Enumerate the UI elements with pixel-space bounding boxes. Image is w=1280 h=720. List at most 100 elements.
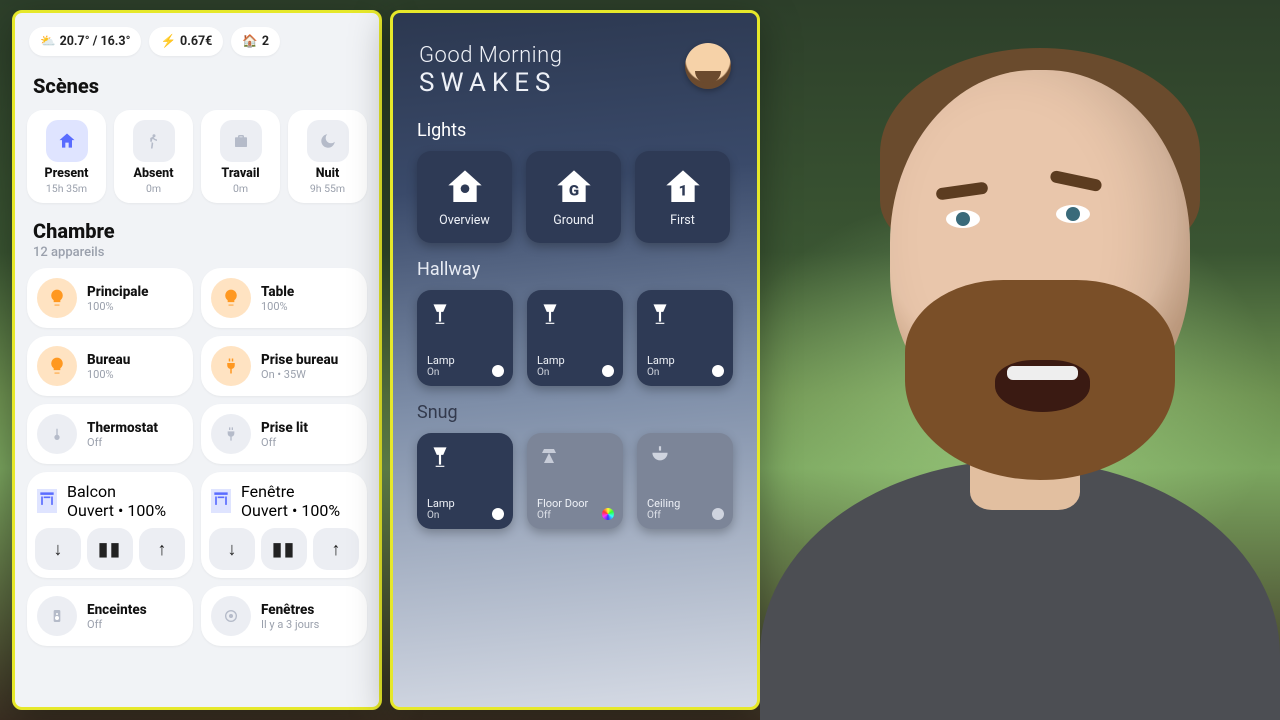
cover-pause-button[interactable]: ▮▮ xyxy=(261,528,307,570)
lamp-icon xyxy=(537,300,613,330)
device-state: Off xyxy=(261,436,308,449)
hallway-lamp-3[interactable]: LampOn xyxy=(637,290,733,386)
nav-label: Ground xyxy=(553,213,594,228)
cover-down-button[interactable]: ↓ xyxy=(209,528,255,570)
state-dot-icon xyxy=(712,365,724,377)
room-subheading: 12 appareils xyxy=(15,245,379,264)
cover-down-button[interactable]: ↓ xyxy=(35,528,81,570)
device-state: On • 35W xyxy=(261,368,338,381)
house-1-icon: 1 xyxy=(663,167,703,207)
scene-sub: 15h 35m xyxy=(33,182,100,195)
scene-travail[interactable]: Travail 0m xyxy=(201,110,280,203)
device-fenetres[interactable]: FenêtresIl y a 3 jours xyxy=(201,586,367,646)
device-state: 100% xyxy=(87,368,130,381)
device-state: Off xyxy=(87,436,158,449)
bulb-icon xyxy=(211,278,251,318)
device-name: Bureau xyxy=(87,352,130,368)
device-state: Off xyxy=(87,618,147,631)
tile-title: Ceiling xyxy=(647,498,723,510)
cover-state: Ouvert • 100% xyxy=(241,501,340,520)
bolt-icon: ⚡ xyxy=(160,34,176,49)
cover-up-button[interactable]: ↑ xyxy=(313,528,359,570)
status-energy-pill[interactable]: ⚡ 0.67€ xyxy=(149,27,223,56)
device-name: Principale xyxy=(87,284,148,300)
thermometer-icon xyxy=(37,414,77,454)
weather-icon: ⛅ xyxy=(40,34,56,49)
rgb-dot-icon xyxy=(602,508,614,520)
home-icon: 🏠 xyxy=(242,34,258,49)
house-g-icon: G xyxy=(554,167,594,207)
greeting-text: Good Morning xyxy=(419,43,562,68)
state-dot-icon xyxy=(492,365,504,377)
tile-title: Lamp xyxy=(537,355,613,367)
house-bulb-icon xyxy=(445,167,485,207)
device-enceintes[interactable]: EnceintesOff xyxy=(27,586,193,646)
scene-sub: 0m xyxy=(120,182,187,195)
device-name: Fenêtres xyxy=(261,602,319,618)
device-name: Prise lit xyxy=(261,420,308,436)
snug-lamp[interactable]: LampOn xyxy=(417,433,513,529)
status-weather-pill[interactable]: ⛅ 20.7° / 16.3° xyxy=(29,27,141,56)
cover-up-button[interactable]: ↑ xyxy=(139,528,185,570)
scene-label: Travail xyxy=(207,166,274,181)
snug-floor-door[interactable]: Floor DoorOff xyxy=(527,433,623,529)
lamp-icon xyxy=(647,300,723,330)
device-bureau[interactable]: Bureau100% xyxy=(27,336,193,396)
snug-ceiling[interactable]: CeilingOff xyxy=(637,433,733,529)
user-name: SWAKES xyxy=(419,68,562,98)
device-table[interactable]: Table100% xyxy=(201,268,367,328)
bulb-icon xyxy=(37,278,77,318)
lamp-icon xyxy=(427,300,503,330)
scenes-row: Present 15h 35m Absent 0m Travail 0m xyxy=(15,104,379,213)
scene-nuit[interactable]: Nuit 9h 55m xyxy=(288,110,367,203)
walk-icon xyxy=(133,120,175,162)
sensor-icon xyxy=(211,596,251,636)
tile-title: Floor Door xyxy=(537,498,613,510)
nav-first[interactable]: 1 First xyxy=(635,151,730,243)
plug-icon xyxy=(211,414,251,454)
cover-name: Balcon xyxy=(67,482,166,501)
lamp-icon xyxy=(427,443,503,473)
status-temp: 20.7° / 16.3° xyxy=(60,34,131,49)
spotlight-icon xyxy=(537,443,613,471)
cover-fenetre: FenêtreOuvert • 100% ↓ ▮▮ ↑ xyxy=(201,472,367,578)
status-energy: 0.67€ xyxy=(180,34,212,49)
moon-icon xyxy=(307,120,349,162)
device-state: 100% xyxy=(87,300,148,313)
briefcase-icon xyxy=(220,120,262,162)
cover-pause-button[interactable]: ▮▮ xyxy=(87,528,133,570)
state-dot-icon xyxy=(712,508,724,520)
device-principale[interactable]: Principale100% xyxy=(27,268,193,328)
nav-overview[interactable]: Overview xyxy=(417,151,512,243)
room-heading: Chambre xyxy=(15,213,379,249)
cover-balcon: BalconOuvert • 100% ↓ ▮▮ ↑ xyxy=(27,472,193,578)
hallway-lamp-1[interactable]: LampOn xyxy=(417,290,513,386)
scene-sub: 9h 55m xyxy=(294,182,361,195)
nav-ground[interactable]: G Ground xyxy=(526,151,621,243)
hallway-lamp-2[interactable]: LampOn xyxy=(527,290,623,386)
state-dot-icon xyxy=(602,365,614,377)
tile-title: Lamp xyxy=(427,355,503,367)
avatar[interactable] xyxy=(685,43,731,89)
device-prise-lit[interactable]: Prise litOff xyxy=(201,404,367,464)
home-icon xyxy=(46,120,88,162)
scene-present[interactable]: Present 15h 35m xyxy=(27,110,106,203)
shutter-icon xyxy=(211,489,231,513)
device-state: Il y a 3 jours xyxy=(261,618,319,631)
section-snug-heading: Snug xyxy=(393,388,757,427)
scene-label: Nuit xyxy=(294,166,361,181)
cover-name: Fenêtre xyxy=(241,482,340,501)
device-prise-bureau[interactable]: Prise bureauOn • 35W xyxy=(201,336,367,396)
status-people-pill[interactable]: 🏠 2 xyxy=(231,27,280,56)
section-hallway-heading: Hallway xyxy=(393,245,757,284)
state-dot-icon xyxy=(492,508,504,520)
scene-label: Present xyxy=(33,166,100,181)
scene-absent[interactable]: Absent 0m xyxy=(114,110,193,203)
plug-icon xyxy=(211,346,251,386)
device-name: Table xyxy=(261,284,294,300)
nav-label: Overview xyxy=(439,213,490,228)
shutter-icon xyxy=(37,489,57,513)
scene-label: Absent xyxy=(120,166,187,181)
device-thermostat[interactable]: ThermostatOff xyxy=(27,404,193,464)
svg-text:1: 1 xyxy=(678,181,687,199)
